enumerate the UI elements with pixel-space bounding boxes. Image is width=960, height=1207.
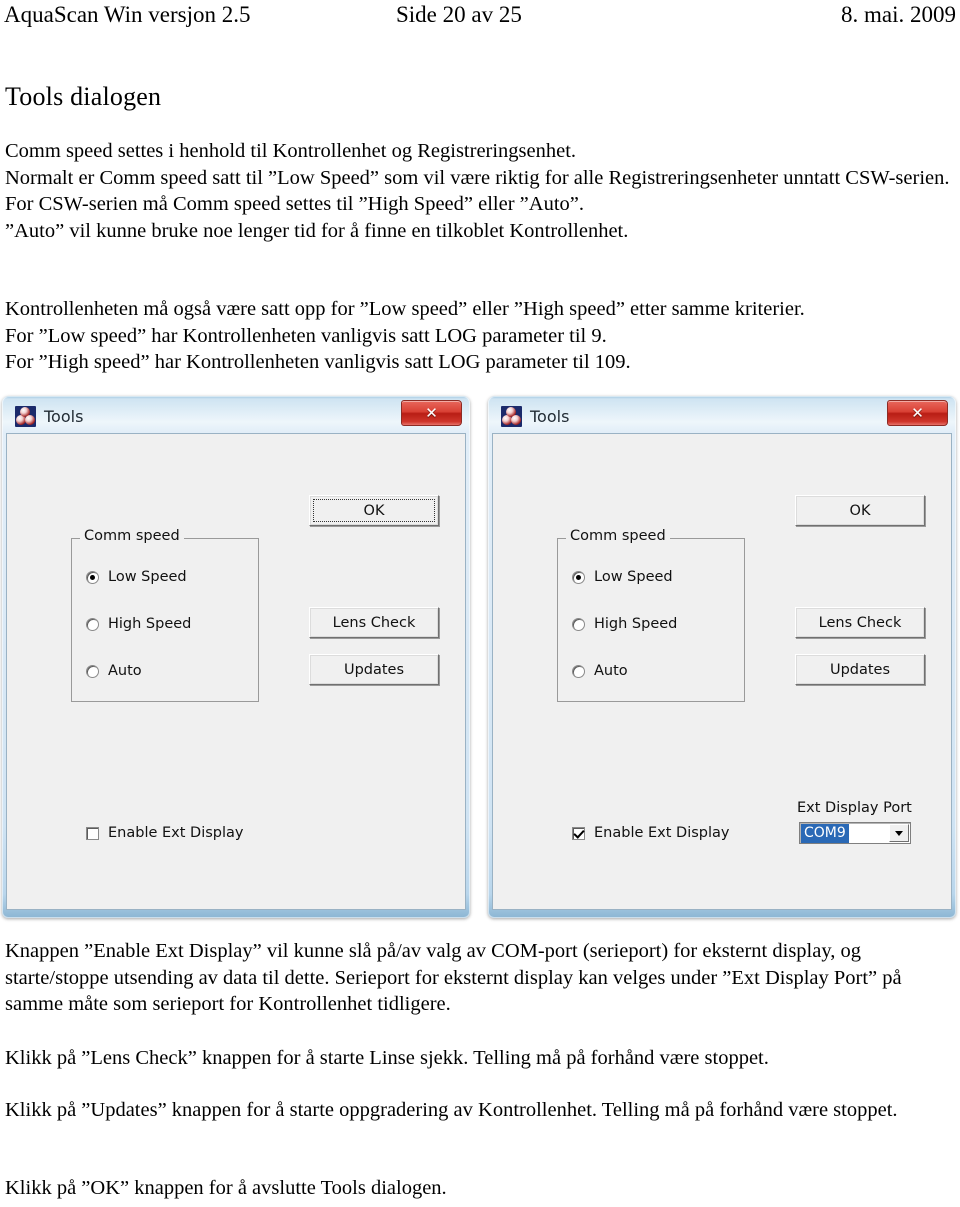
dialog-title: Tools — [44, 406, 84, 426]
checkbox-indicator-icon — [572, 826, 585, 840]
ext-display-port-label: Ext Display Port — [797, 800, 912, 816]
comm-speed-groupbox: Comm speed Low Speed High Speed Auto — [71, 528, 259, 702]
enable-ext-display-label: Enable Ext Display — [594, 825, 730, 841]
radio-low-speed-label: Low Speed — [108, 569, 187, 585]
checkbox-indicator-icon — [86, 826, 99, 840]
tools-app-icon — [501, 405, 522, 427]
paragraph-line: ”Auto” vil kunne bruke noe lenger tid fo… — [5, 219, 629, 242]
tools-dialog-left[interactable]: Tools ✕ Comm speed Low Speed High Speed … — [2, 396, 470, 918]
tools-dialog-right[interactable]: Tools ✕ Comm speed Low Speed High Speed … — [488, 396, 956, 918]
ok-button[interactable]: OK — [795, 495, 925, 526]
radio-low-speed-label: Low Speed — [594, 569, 673, 585]
paragraph-line: For CSW-serien må Comm speed settes til … — [5, 193, 584, 215]
paragraph-line: Comm speed settes i henhold til Kontroll… — [5, 140, 577, 162]
paragraph-lens-check: Klikk på ”Lens Check” knappen for å star… — [5, 1047, 769, 1069]
updates-button[interactable]: Updates — [309, 654, 439, 685]
title-bar: Tools ✕ — [492, 399, 952, 433]
ok-button[interactable]: OK — [309, 495, 439, 526]
radio-high-speed[interactable]: High Speed — [572, 616, 677, 632]
paragraph-line: For ”High speed” har Kontrollenheten van… — [5, 351, 631, 373]
ext-display-port-combobox[interactable]: COM9 — [799, 822, 911, 844]
paragraph-line: Normalt er Comm speed satt til ”Low Spee… — [5, 166, 950, 189]
enable-ext-display-label: Enable Ext Display — [108, 825, 244, 841]
paragraph-line: For ”Low speed” har Kontrollenheten vanl… — [5, 324, 607, 347]
enable-ext-display-checkbox[interactable]: Enable Ext Display — [572, 825, 729, 841]
page-title: Tools dialogen — [5, 82, 162, 111]
radio-indicator-icon — [572, 570, 585, 584]
dialog-client-area: Comm speed Low Speed High Speed Auto OK … — [6, 433, 466, 910]
updates-button[interactable]: Updates — [795, 654, 925, 685]
header-page-number: Side 20 av 25 — [396, 2, 522, 27]
header-date: 8. mai. 2009 — [841, 2, 956, 27]
radio-auto-label: Auto — [108, 663, 142, 679]
comm-speed-groupbox-label: Comm speed — [80, 528, 184, 544]
comm-speed-groupbox: Comm speed Low Speed High Speed Auto — [557, 528, 745, 702]
radio-indicator-icon — [86, 664, 99, 678]
close-icon[interactable]: ✕ — [887, 400, 948, 426]
radio-low-speed[interactable]: Low Speed — [86, 569, 187, 585]
radio-high-speed-label: High Speed — [108, 616, 192, 632]
chevron-down-icon[interactable] — [889, 824, 909, 842]
radio-high-speed[interactable]: High Speed — [86, 616, 191, 632]
paragraph-updates: Klikk på ”Updates” knappen for å starte … — [5, 1099, 898, 1121]
comm-speed-groupbox-label: Comm speed — [566, 528, 670, 544]
radio-indicator-icon — [572, 664, 585, 678]
header-product-version: AquaScan Win versjon 2.5 — [4, 2, 251, 27]
paragraph-block-kontrollenhet: Kontrollenheten må også være satt opp fo… — [5, 296, 953, 376]
dialog-client-area: Comm speed Low Speed High Speed Auto OK … — [492, 433, 952, 910]
lens-check-button[interactable]: Lens Check — [795, 607, 925, 638]
tools-app-icon — [15, 405, 36, 427]
paragraph-block-comm-speed: Comm speed settes i henhold til Kontroll… — [5, 138, 953, 244]
paragraph-ok: Klikk på ”OK” knappen for å avslutte Too… — [5, 1177, 447, 1199]
dialog-title: Tools — [530, 406, 570, 426]
radio-indicator-icon — [572, 617, 585, 631]
lens-check-button[interactable]: Lens Check — [309, 607, 439, 638]
radio-indicator-icon — [86, 570, 99, 584]
radio-high-speed-label: High Speed — [594, 616, 678, 632]
enable-ext-display-checkbox[interactable]: Enable Ext Display — [86, 825, 243, 841]
close-icon[interactable]: ✕ — [401, 400, 462, 426]
radio-auto[interactable]: Auto — [86, 663, 142, 679]
paragraph-enable-ext-display: Knappen ”Enable Ext Display” vil kunne s… — [5, 940, 902, 1015]
radio-auto-label: Auto — [594, 663, 628, 679]
page-header: AquaScan Win versjon 2.5 Side 20 av 25 8… — [0, 0, 960, 42]
ext-display-port-value: COM9 — [801, 823, 849, 843]
title-bar: Tools ✕ — [6, 399, 466, 433]
radio-indicator-icon — [86, 617, 99, 631]
paragraph-line: Kontrollenheten må også være satt opp fo… — [5, 298, 805, 320]
radio-low-speed[interactable]: Low Speed — [572, 569, 673, 585]
radio-auto[interactable]: Auto — [572, 663, 628, 679]
